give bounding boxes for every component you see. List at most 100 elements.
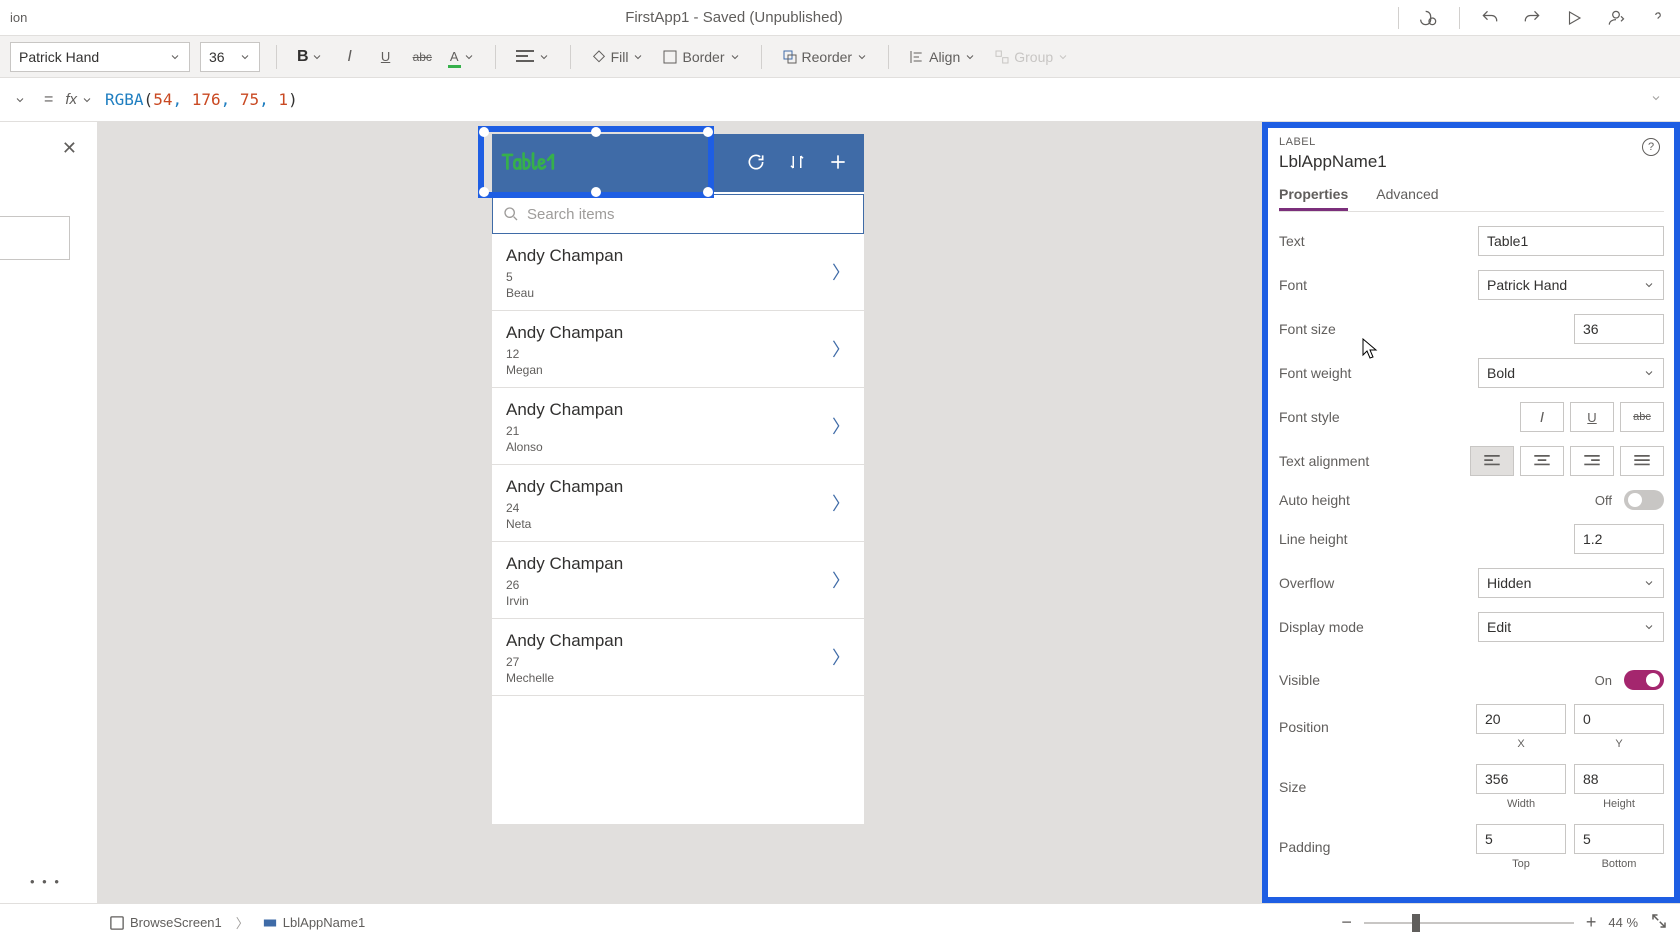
list-item[interactable]: Andy Champan 21 Alonso 〉 <box>492 388 864 465</box>
visible-state: On <box>1595 673 1612 688</box>
chevron-right-icon[interactable]: 〉 <box>832 490 850 516</box>
fit-screen-icon[interactable] <box>1650 912 1668 933</box>
align-justify-button[interactable] <box>1620 446 1664 476</box>
list-item-line2: Mechelle <box>506 671 850 685</box>
zoom-controls: − + 44 % <box>1341 912 1668 933</box>
position-x-input[interactable]: 20 <box>1476 704 1566 734</box>
align-center-button[interactable] <box>1520 446 1564 476</box>
list-item[interactable]: Andy Champan 26 Irvin 〉 <box>492 542 864 619</box>
help-icon[interactable] <box>1646 6 1670 30</box>
fx-button[interactable]: fx <box>65 91 93 108</box>
list-item[interactable]: Andy Champan 12 Megan 〉 <box>492 311 864 388</box>
close-pane-icon[interactable]: ✕ <box>62 138 77 159</box>
resize-handle[interactable] <box>479 187 489 197</box>
resize-handle[interactable] <box>703 127 713 137</box>
zoom-out-button[interactable]: − <box>1341 912 1352 933</box>
formula-expand-icon[interactable] <box>1650 92 1672 107</box>
italic-toggle[interactable]: I <box>1520 402 1564 432</box>
zoom-value: 44 % <box>1608 915 1638 930</box>
control-name-label: LblAppName1 <box>1279 152 1664 172</box>
font-color-button[interactable]: A <box>446 42 479 72</box>
display-mode-select[interactable]: Edit <box>1478 612 1664 642</box>
list-item[interactable]: Andy Champan 27 Mechelle 〉 <box>492 619 864 696</box>
align-left-button[interactable] <box>1470 446 1514 476</box>
redo-icon[interactable] <box>1520 6 1544 30</box>
fill-button[interactable]: Fill <box>587 49 649 65</box>
sort-icon[interactable] <box>788 152 806 175</box>
more-dots-icon[interactable]: • • • <box>30 874 61 889</box>
bold-button[interactable]: B <box>293 42 327 72</box>
line-height-input[interactable]: 1.2 <box>1574 524 1664 554</box>
tree-search-input[interactable] <box>0 216 70 260</box>
group-button[interactable]: Group <box>990 49 1073 65</box>
chevron-right-icon[interactable]: 〉 <box>832 259 850 285</box>
play-icon[interactable] <box>1562 6 1586 30</box>
separator <box>888 45 889 69</box>
font-size-input[interactable]: 36 <box>1574 314 1664 344</box>
list-item-line2: Irvin <box>506 594 850 608</box>
size-width-input[interactable]: 356 <box>1476 764 1566 794</box>
padding-top-input[interactable]: 5 <box>1476 824 1566 854</box>
equals-label: = <box>44 91 53 109</box>
padding-bottom-input[interactable]: 5 <box>1574 824 1664 854</box>
reorder-button[interactable]: Reorder <box>778 49 873 65</box>
position-y-input[interactable]: 0 <box>1574 704 1664 734</box>
align-label: Align <box>929 49 960 65</box>
undo-icon[interactable] <box>1478 6 1502 30</box>
list-item[interactable]: Andy Champan 24 Neta 〉 <box>492 465 864 542</box>
underline-button[interactable]: U <box>373 42 399 72</box>
formula-text[interactable]: RGBA(54, 176, 75, 1) <box>105 90 298 109</box>
checker-icon[interactable] <box>1417 6 1441 30</box>
strike-toggle[interactable]: abc <box>1620 402 1664 432</box>
resize-handle[interactable] <box>479 127 489 137</box>
chevron-right-icon[interactable]: 〉 <box>832 567 850 593</box>
border-label: Border <box>682 49 724 65</box>
auto-height-toggle[interactable] <box>1624 490 1664 510</box>
selected-label-control[interactable]: Table1 <box>478 126 714 198</box>
font-weight-select[interactable]: Bold <box>1478 358 1664 388</box>
add-icon[interactable] <box>828 152 848 175</box>
resize-handle[interactable] <box>591 187 601 197</box>
resize-handle[interactable] <box>703 187 713 197</box>
preview-search-input[interactable]: Search items <box>492 194 864 234</box>
prop-label-font-style: Font style <box>1279 409 1449 425</box>
font-select[interactable]: Patrick Hand <box>1478 270 1664 300</box>
breadcrumb-screen[interactable]: BrowseScreen1 <box>110 915 222 930</box>
list-item-title: Andy Champan <box>506 554 850 574</box>
prop-label-overflow: Overflow <box>1279 575 1449 591</box>
text-input[interactable]: Table1 <box>1478 226 1664 256</box>
share-icon[interactable] <box>1604 6 1628 30</box>
list-item[interactable]: Andy Champan 5 Beau 〉 <box>492 234 864 311</box>
align-right-button[interactable] <box>1570 446 1614 476</box>
zoom-slider[interactable] <box>1364 922 1574 924</box>
help-icon[interactable]: ? <box>1642 138 1660 156</box>
refresh-icon[interactable] <box>746 152 766 175</box>
preview-list: Andy Champan 5 Beau 〉Andy Champan 12 Meg… <box>492 234 864 696</box>
align-button[interactable]: Align <box>905 49 980 65</box>
resize-handle[interactable] <box>591 127 601 137</box>
prop-label-font-weight: Font weight <box>1279 365 1449 381</box>
list-item-line1: 12 <box>506 347 850 361</box>
chevron-right-icon[interactable]: 〉 <box>832 336 850 362</box>
font-size-value: 36 <box>209 49 225 65</box>
border-button[interactable]: Border <box>658 49 744 65</box>
font-family-select[interactable]: Patrick Hand <box>10 42 190 72</box>
group-label: Group <box>1014 49 1053 65</box>
italic-button[interactable]: I <box>337 42 363 72</box>
tab-properties[interactable]: Properties <box>1279 186 1348 211</box>
canvas[interactable]: Table1 Search items Andy Champ <box>98 122 1262 903</box>
breadcrumb-control[interactable]: LblAppName1 <box>263 915 365 930</box>
overflow-select[interactable]: Hidden <box>1478 568 1664 598</box>
zoom-in-button[interactable]: + <box>1586 912 1597 933</box>
visible-toggle[interactable] <box>1624 670 1664 690</box>
mouse-cursor-icon <box>1362 338 1380 363</box>
chevron-right-icon[interactable]: 〉 <box>832 413 850 439</box>
text-align-button[interactable] <box>512 42 554 72</box>
size-height-input[interactable]: 88 <box>1574 764 1664 794</box>
chevron-right-icon[interactable]: 〉 <box>832 644 850 670</box>
font-size-input[interactable]: 36 <box>200 42 260 72</box>
property-dropdown[interactable] <box>8 86 32 114</box>
underline-toggle[interactable]: U <box>1570 402 1614 432</box>
tab-advanced[interactable]: Advanced <box>1376 186 1438 211</box>
strikethrough-button[interactable]: abc <box>409 42 436 72</box>
